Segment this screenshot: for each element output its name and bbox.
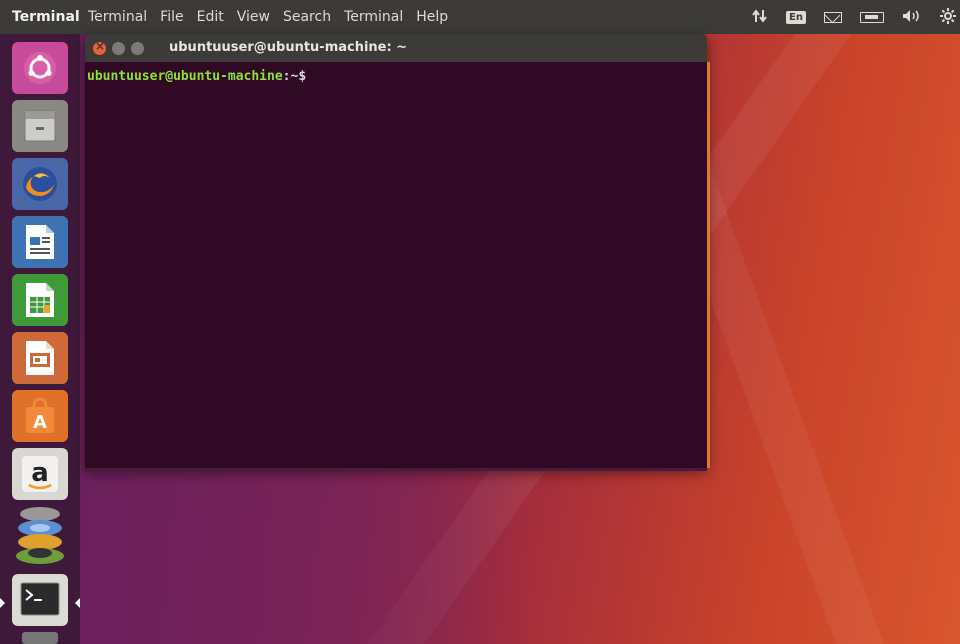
files-launcher[interactable] [12,100,68,152]
system-settings-icon [12,500,68,566]
active-app-name: Terminal [12,9,80,25]
menu-terminal-2[interactable]: Terminal [344,9,403,25]
libreoffice-calc-icon [22,281,58,319]
launcher: A a [0,34,80,644]
maximize-button[interactable] [131,42,144,55]
close-button[interactable] [93,39,106,55]
window-resize-edge[interactable] [707,62,710,468]
dash-button[interactable] [12,42,68,94]
menu-bar: Terminal File Edit View Search Terminal … [88,9,448,25]
dash-icon [22,50,58,86]
firefox-launcher[interactable] [12,158,68,210]
prompt-user-host: ubuntuuser@ubuntu-machine [87,69,283,84]
window-title: ubuntuuser@ubuntu-machine: ~ [169,40,408,55]
terminal-titlebar[interactable]: ubuntuuser@ubuntu-machine: ~ [85,34,707,62]
software-center-icon: A [22,397,58,435]
menu-edit[interactable]: Edit [197,9,224,25]
files-icon [21,107,59,145]
network-updown-icon[interactable] [752,8,768,26]
firefox-icon [20,164,60,204]
trash-icon[interactable] [22,632,58,644]
menu-view[interactable]: View [237,9,270,25]
terminal-content[interactable]: ubuntuuser@ubuntu-machine:~$ [85,62,707,84]
indicator-area: En [752,0,956,34]
software-center-launcher[interactable]: A [12,390,68,442]
svg-text:A: A [33,412,47,433]
running-app-indicator [0,598,5,608]
prompt-path: :~$ [282,69,307,84]
amazon-launcher[interactable]: a [12,448,68,500]
mail-icon[interactable] [824,11,842,23]
system-settings-launcher[interactable] [12,500,68,566]
terminal-window[interactable]: ubuntuuser@ubuntu-machine: ~ ubuntuuser@… [85,34,710,471]
terminal-launcher[interactable] [12,574,68,626]
libreoffice-writer-icon [22,223,58,261]
window-bottom-edge [85,468,707,471]
impress-launcher[interactable] [12,332,68,384]
menu-file[interactable]: File [160,9,183,25]
amazon-icon: a [20,454,60,494]
terminal-launcher-icon [20,582,60,618]
libreoffice-impress-icon [22,339,58,377]
menu-search[interactable]: Search [283,9,331,25]
menu-help[interactable]: Help [416,9,448,25]
writer-launcher[interactable] [12,216,68,268]
top-panel: Terminal Terminal File Edit View Search … [0,0,960,34]
text-cursor [306,66,314,80]
focused-app-indicator [75,598,80,608]
calc-launcher[interactable] [12,274,68,326]
menu-terminal[interactable]: Terminal [88,9,147,25]
svg-text:a: a [31,458,49,488]
keyboard-layout-indicator[interactable]: En [786,10,806,24]
volume-icon[interactable] [902,9,922,26]
battery-icon[interactable] [860,11,884,23]
minimize-button[interactable] [112,42,125,55]
settings-gear-icon[interactable] [940,7,956,27]
